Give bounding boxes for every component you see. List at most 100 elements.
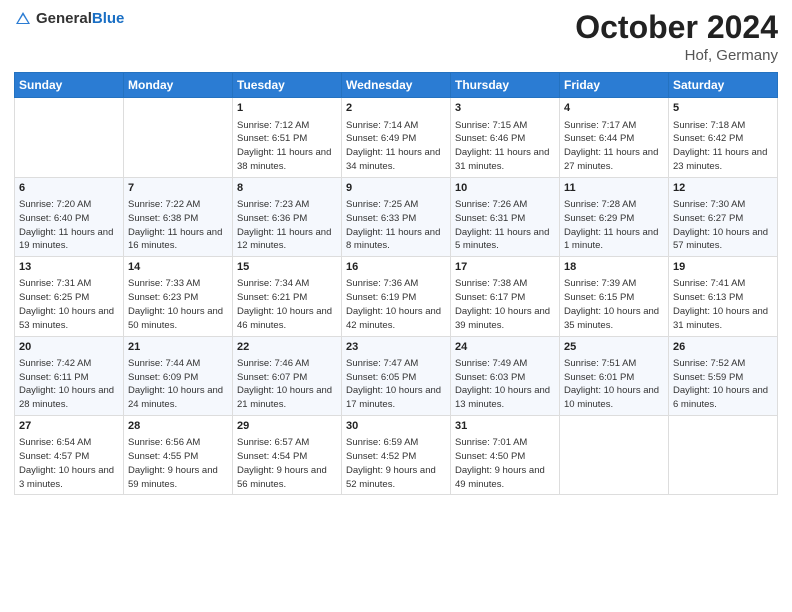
logo: GeneralBlue xyxy=(14,10,124,28)
day-info: Sunrise: 7:23 AM Sunset: 6:36 PM Dayligh… xyxy=(237,198,337,253)
day-info: Sunrise: 7:17 AM Sunset: 6:44 PM Dayligh… xyxy=(564,119,664,174)
calendar-cell: 20 Sunrise: 7:42 AM Sunset: 6:11 PM Dayli… xyxy=(15,336,124,415)
day-number: 19 xyxy=(673,260,773,275)
day-number: 22 xyxy=(237,340,337,355)
day-number: 31 xyxy=(455,419,555,434)
day-info: Sunrise: 6:59 AM Sunset: 4:52 PM Dayligh… xyxy=(346,436,446,491)
day-number: 10 xyxy=(455,181,555,196)
calendar-cell: 2Sunrise: 7:14 AM Sunset: 6:49 PM Daylig… xyxy=(342,98,451,177)
day-info: Sunrise: 7:26 AM Sunset: 6:31 PM Dayligh… xyxy=(455,198,555,253)
day-info: Sunrise: 7:46 AM Sunset: 6:07 PM Dayligh… xyxy=(237,357,337,412)
day-info: Sunrise: 7:49 AM Sunset: 6:03 PM Dayligh… xyxy=(455,357,555,412)
calendar-cell: 10 Sunrise: 7:26 AM Sunset: 6:31 PM Dayli… xyxy=(451,177,560,256)
day-number: 4 xyxy=(564,101,664,116)
day-number: 15 xyxy=(237,260,337,275)
calendar-week-row: 6 Sunrise: 7:20 AM Sunset: 6:40 PM Daylig… xyxy=(15,177,778,256)
weekday-header: Thursday xyxy=(451,73,560,98)
weekday-header: Wednesday xyxy=(342,73,451,98)
day-info: Sunrise: 7:47 AM Sunset: 6:05 PM Dayligh… xyxy=(346,357,446,412)
calendar-cell: 26 Sunrise: 7:52 AM Sunset: 5:59 PM Dayli… xyxy=(669,336,778,415)
calendar-cell: 29 Sunrise: 6:57 AM Sunset: 4:54 PM Dayli… xyxy=(233,416,342,495)
calendar-cell: 27Sunrise: 6:54 AM Sunset: 4:57 PM Dayli… xyxy=(15,416,124,495)
weekday-header-row: SundayMondayTuesdayWednesdayThursdayFrid… xyxy=(15,73,778,98)
title-block: October 2024 Hof, Germany xyxy=(575,10,778,64)
calendar-cell: 11Sunrise: 7:28 AM Sunset: 6:29 PM Dayli… xyxy=(560,177,669,256)
day-number: 25 xyxy=(564,340,664,355)
day-info: Sunrise: 7:38 AM Sunset: 6:17 PM Dayligh… xyxy=(455,277,555,332)
day-info: Sunrise: 7:51 AM Sunset: 6:01 PM Dayligh… xyxy=(564,357,664,412)
day-number: 26 xyxy=(673,340,773,355)
day-info: Sunrise: 7:33 AM Sunset: 6:23 PM Dayligh… xyxy=(128,277,228,332)
day-number: 23 xyxy=(346,340,446,355)
calendar-cell xyxy=(124,98,233,177)
day-number: 5 xyxy=(673,101,773,116)
day-number: 17 xyxy=(455,260,555,275)
calendar-cell: 30 Sunrise: 6:59 AM Sunset: 4:52 PM Dayli… xyxy=(342,416,451,495)
calendar-cell: 24 Sunrise: 7:49 AM Sunset: 6:03 PM Dayli… xyxy=(451,336,560,415)
day-info: Sunrise: 7:22 AM Sunset: 6:38 PM Dayligh… xyxy=(128,198,228,253)
day-info: Sunrise: 7:34 AM Sunset: 6:21 PM Dayligh… xyxy=(237,277,337,332)
day-number: 21 xyxy=(128,340,228,355)
day-info: Sunrise: 7:18 AM Sunset: 6:42 PM Dayligh… xyxy=(673,119,773,174)
calendar-cell: 7 Sunrise: 7:22 AM Sunset: 6:38 PM Daylig… xyxy=(124,177,233,256)
day-info: Sunrise: 7:25 AM Sunset: 6:33 PM Dayligh… xyxy=(346,198,446,253)
calendar-cell: 1Sunrise: 7:12 AM Sunset: 6:51 PM Daylig… xyxy=(233,98,342,177)
day-number: 6 xyxy=(19,181,119,196)
calendar-cell: 13 Sunrise: 7:31 AM Sunset: 6:25 PM Dayli… xyxy=(15,257,124,336)
day-number: 16 xyxy=(346,260,446,275)
calendar-week-row: 27Sunrise: 6:54 AM Sunset: 4:57 PM Dayli… xyxy=(15,416,778,495)
day-info: Sunrise: 7:36 AM Sunset: 6:19 PM Dayligh… xyxy=(346,277,446,332)
logo-text: GeneralBlue xyxy=(36,10,124,28)
calendar-cell: 25 Sunrise: 7:51 AM Sunset: 6:01 PM Dayli… xyxy=(560,336,669,415)
day-info: Sunrise: 7:15 AM Sunset: 6:46 PM Dayligh… xyxy=(455,119,555,174)
day-info: Sunrise: 7:20 AM Sunset: 6:40 PM Dayligh… xyxy=(19,198,119,253)
calendar-cell: 14 Sunrise: 7:33 AM Sunset: 6:23 PM Dayli… xyxy=(124,257,233,336)
calendar-cell: 4 Sunrise: 7:17 AM Sunset: 6:44 PM Daylig… xyxy=(560,98,669,177)
calendar: SundayMondayTuesdayWednesdayThursdayFrid… xyxy=(14,72,778,495)
calendar-cell: 9Sunrise: 7:25 AM Sunset: 6:33 PM Daylig… xyxy=(342,177,451,256)
day-number: 29 xyxy=(237,419,337,434)
day-info: Sunrise: 7:44 AM Sunset: 6:09 PM Dayligh… xyxy=(128,357,228,412)
day-number: 20 xyxy=(19,340,119,355)
day-info: Sunrise: 7:41 AM Sunset: 6:13 PM Dayligh… xyxy=(673,277,773,332)
header: GeneralBlue October 2024 Hof, Germany xyxy=(14,10,778,64)
day-number: 7 xyxy=(128,181,228,196)
calendar-week-row: 13 Sunrise: 7:31 AM Sunset: 6:25 PM Dayli… xyxy=(15,257,778,336)
calendar-cell xyxy=(560,416,669,495)
calendar-cell xyxy=(15,98,124,177)
calendar-cell: 3Sunrise: 7:15 AM Sunset: 6:46 PM Daylig… xyxy=(451,98,560,177)
day-number: 14 xyxy=(128,260,228,275)
calendar-cell: 23 Sunrise: 7:47 AM Sunset: 6:05 PM Dayli… xyxy=(342,336,451,415)
calendar-cell: 22 Sunrise: 7:46 AM Sunset: 6:07 PM Dayli… xyxy=(233,336,342,415)
day-info: Sunrise: 6:57 AM Sunset: 4:54 PM Dayligh… xyxy=(237,436,337,491)
day-info: Sunrise: 6:56 AM Sunset: 4:55 PM Dayligh… xyxy=(128,436,228,491)
weekday-header: Monday xyxy=(124,73,233,98)
day-number: 28 xyxy=(128,419,228,434)
weekday-header: Sunday xyxy=(15,73,124,98)
logo-icon xyxy=(14,10,32,28)
day-info: Sunrise: 7:39 AM Sunset: 6:15 PM Dayligh… xyxy=(564,277,664,332)
day-info: Sunrise: 7:30 AM Sunset: 6:27 PM Dayligh… xyxy=(673,198,773,253)
page: GeneralBlue October 2024 Hof, Germany Su… xyxy=(0,0,792,612)
day-number: 18 xyxy=(564,260,664,275)
logo-blue: Blue xyxy=(92,10,125,27)
calendar-cell: 31 Sunrise: 7:01 AM Sunset: 4:50 PM Dayli… xyxy=(451,416,560,495)
calendar-cell: 5 Sunrise: 7:18 AM Sunset: 6:42 PM Daylig… xyxy=(669,98,778,177)
day-info: Sunrise: 7:01 AM Sunset: 4:50 PM Dayligh… xyxy=(455,436,555,491)
day-info: Sunrise: 7:14 AM Sunset: 6:49 PM Dayligh… xyxy=(346,119,446,174)
day-info: Sunrise: 6:54 AM Sunset: 4:57 PM Dayligh… xyxy=(19,436,119,491)
calendar-cell: 17 Sunrise: 7:38 AM Sunset: 6:17 PM Dayli… xyxy=(451,257,560,336)
day-info: Sunrise: 7:42 AM Sunset: 6:11 PM Dayligh… xyxy=(19,357,119,412)
day-number: 24 xyxy=(455,340,555,355)
day-info: Sunrise: 7:52 AM Sunset: 5:59 PM Dayligh… xyxy=(673,357,773,412)
day-info: Sunrise: 7:31 AM Sunset: 6:25 PM Dayligh… xyxy=(19,277,119,332)
calendar-cell: 6 Sunrise: 7:20 AM Sunset: 6:40 PM Daylig… xyxy=(15,177,124,256)
day-number: 8 xyxy=(237,181,337,196)
logo-general: General xyxy=(36,10,92,27)
month-title: October 2024 xyxy=(575,10,778,45)
day-number: 13 xyxy=(19,260,119,275)
calendar-week-row: 20 Sunrise: 7:42 AM Sunset: 6:11 PM Dayli… xyxy=(15,336,778,415)
day-number: 30 xyxy=(346,419,446,434)
calendar-cell: 8 Sunrise: 7:23 AM Sunset: 6:36 PM Daylig… xyxy=(233,177,342,256)
calendar-cell: 18 Sunrise: 7:39 AM Sunset: 6:15 PM Dayli… xyxy=(560,257,669,336)
